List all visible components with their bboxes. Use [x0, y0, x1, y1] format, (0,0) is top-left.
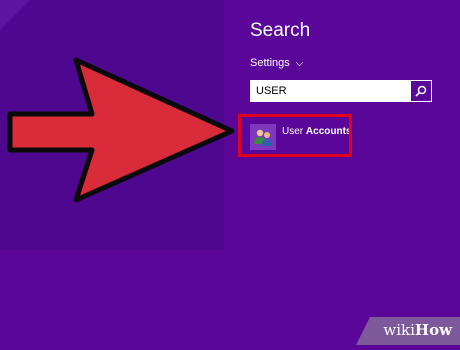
wikihow-watermark: wikiHow	[356, 317, 460, 345]
search-scope-label: Settings	[250, 57, 290, 69]
highlight-box	[238, 114, 352, 157]
red-arrow-annotation	[7, 57, 235, 203]
search-title: Search	[250, 20, 311, 41]
watermark-wiki: wiki	[383, 321, 415, 339]
corner-fold	[0, 0, 30, 30]
search-scope-dropdown[interactable]: Settings ⌵	[250, 57, 303, 69]
search-input[interactable]	[250, 80, 410, 102]
watermark-how: How	[414, 321, 452, 339]
chevron-down-icon: ⌵	[295, 58, 304, 69]
magnifier-icon	[415, 85, 427, 97]
watermark-text: wikiHow	[383, 321, 452, 339]
search-button[interactable]	[411, 81, 431, 101]
search-box	[250, 80, 432, 102]
search-charm-panel	[224, 0, 460, 345]
